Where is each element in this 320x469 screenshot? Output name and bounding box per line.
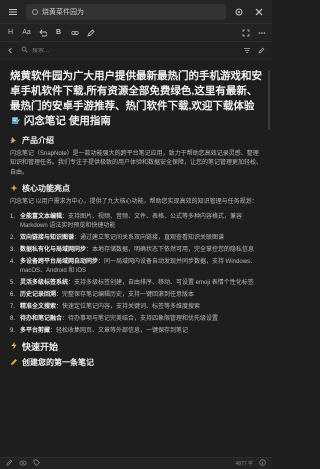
section-heading-quickstart: 快速开始 (10, 340, 262, 353)
tab-status-icon (32, 8, 38, 15)
list-item: 9. 多平台剪藏：轻松收集网页、文章等外部信息，一键保存到笔记 (10, 327, 189, 334)
lightning-icon (10, 341, 18, 352)
undo-icon[interactable] (38, 27, 47, 39)
font-button[interactable]: Aa (22, 27, 31, 39)
feature-list: 1. 全能富文本编辑：支持图片、视频、音频、文件、表格、公式等多种内容格式，兼容 … (10, 213, 262, 336)
notebook-icon (11, 115, 20, 124)
pencil-icon[interactable] (86, 27, 95, 39)
list-item: 8. 待办和笔记融合：待办事项与笔记完美结合，支持四象限管理和优先级设置 (10, 315, 219, 322)
search-input[interactable] (32, 47, 236, 54)
title-bar: 烧黄菜件园为 (0, 0, 272, 24)
note-tab[interactable]: 烧黄菜件园为 (26, 3, 226, 20)
menu-icon[interactable] (6, 5, 20, 19)
list-item: 2. 双向链接与知识图谱：通过建立笔记间关系双向链接，直观查看知识关联图谱 (10, 234, 225, 241)
expand-icon[interactable] (241, 27, 250, 39)
info-icon[interactable] (259, 459, 266, 468)
features-intro: 闪念笔记 以用户需求为中心，提供了九大核心功能，帮助您实现高效的知识管理与任务规… (10, 199, 258, 206)
document-title: 烧黄软件园为广大用户提供最新最热门的手机游戏和安卓手机软件下载,所有资源全部免费… (10, 69, 262, 129)
list-item: 7. 精准全文搜索：快速定位笔记内容，支持关键词、标签等多维度搜索 (10, 303, 201, 310)
edit-icon[interactable] (257, 45, 266, 57)
close-icon[interactable] (252, 5, 266, 19)
word-count: 4877 字 (235, 461, 253, 467)
chevron-left-icon[interactable] (6, 45, 15, 57)
search-bar (0, 42, 272, 60)
scrollbar[interactable] (268, 70, 270, 130)
intro-paragraph: 闪念笔记（SnapNote）是一款功能强大的跨平台笔记应用，致力于帮助您高效记录… (10, 151, 263, 176)
document-title-text: 烧黄软件园为广大用户提供最新最热门的手机游戏和安卓手机软件下载,所有资源全部免费… (10, 70, 262, 112)
list-item: 3. 数据私有化与局域网同步：本地存储数据，明确状态下依然可用，完全掌控您的隐私信… (10, 246, 255, 253)
section-title: 核心功能亮点 (22, 184, 70, 194)
tag-icon[interactable] (33, 459, 40, 468)
heading-button[interactable]: H (6, 27, 15, 39)
section-title: 快速开始 (22, 342, 59, 353)
section-title: 创建您的第一条笔记 (22, 358, 94, 368)
tab-title: 烧黄菜件园为 (42, 8, 84, 16)
search-icon (21, 46, 28, 55)
list-item: 1. 全能富文本编辑：支持图片、视频、音频、文件、表格、公式等多种内容格式，兼容 … (10, 213, 243, 230)
section-heading-features: 核心功能亮点 (10, 183, 262, 194)
edit-mode-icon[interactable] (6, 459, 13, 468)
search-box (21, 45, 236, 57)
status-bar: 4877 字 (0, 457, 272, 469)
settings-icon[interactable] (232, 5, 246, 19)
list-item: 4. 多设备跨平台局域网自动同步：同一局域网内设备自动发现并同步数据，支持 Win… (10, 258, 257, 275)
pin-icon (10, 136, 18, 146)
pencil-note-icon (10, 358, 18, 368)
preview-icon[interactable] (19, 460, 27, 468)
section-title: 产品介绍 (22, 136, 54, 145)
document-subtitle: 闪念笔记 使用指南 (21, 115, 111, 127)
link-icon[interactable] (70, 27, 79, 39)
section-heading-intro: 产品介绍 (10, 135, 262, 146)
note-editor[interactable]: 烧黄软件园为广大用户提供最新最热门的手机游戏和安卓手机软件下载,所有资源全部免费… (0, 61, 272, 457)
section-heading-first-note: 创建您的第一条笔记 (10, 357, 262, 368)
bold-icon[interactable]: B (54, 27, 63, 39)
sparkle-icon (10, 184, 18, 194)
list-item: 5. 灵活多级标签系统：支持多级标签创建，自由排序、移动、可设置 emoji 表情… (10, 280, 254, 287)
sort-icon[interactable] (242, 45, 251, 57)
editor-toolbar: H Aa B (0, 24, 272, 42)
list-item: 6. 历史记录回溯：完整保存笔记编辑历史，支持一键回滚到任意版本 (10, 291, 195, 298)
more-icon[interactable] (257, 27, 266, 39)
